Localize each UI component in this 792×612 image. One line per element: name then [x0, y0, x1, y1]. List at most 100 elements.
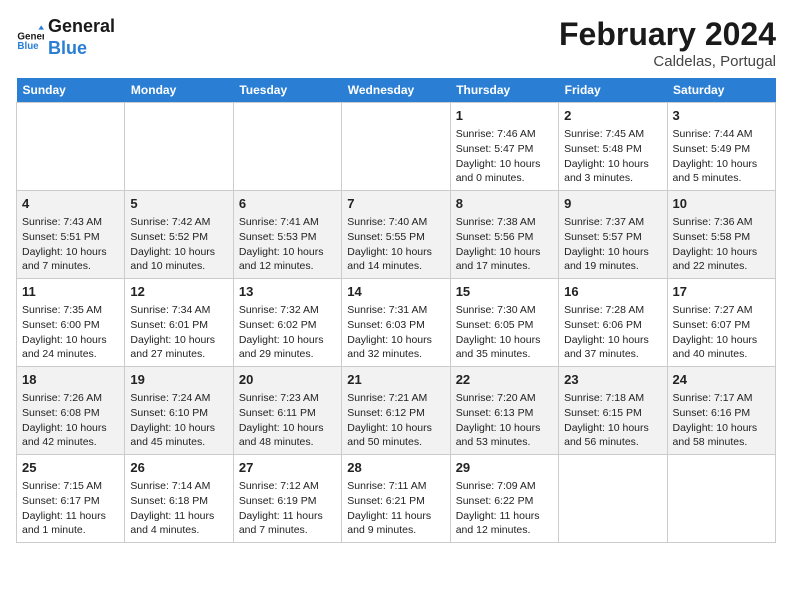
calendar-cell: 24Sunrise: 7:17 AMSunset: 6:16 PMDayligh…	[667, 367, 775, 455]
day-info: Sunrise: 7:34 AM	[130, 303, 227, 318]
calendar-cell	[233, 103, 341, 191]
calendar-cell: 12 Sunrise: 7:34 AMSunset: 6:01 PMDayligh…	[125, 279, 233, 367]
day-info: Sunset: 6:22 PM	[456, 494, 553, 509]
day-number: 16	[564, 283, 661, 301]
day-info: Sunrise: 7:11 AM	[347, 479, 444, 494]
day-info: Sunset: 5:55 PM	[347, 230, 444, 245]
day-number: 12	[130, 283, 227, 301]
day-number: 20	[239, 371, 336, 389]
calendar-cell: 14Sunrise: 7:31 AMSunset: 6:03 PMDayligh…	[342, 279, 450, 367]
day-info: Sunset: 5:48 PM	[564, 142, 661, 157]
day-info: Sunrise: 7:09 AM	[456, 479, 553, 494]
day-info: Sunset: 5:47 PM	[456, 142, 553, 157]
day-number: 2	[564, 107, 661, 125]
day-number: 4	[22, 195, 119, 213]
day-info: Sunset: 6:01 PM	[130, 318, 227, 333]
day-info: Sunset: 6:10 PM	[130, 406, 227, 421]
calendar-cell: 8Sunrise: 7:38 AMSunset: 5:56 PMDaylight…	[450, 191, 558, 279]
day-info: Daylight: 11 hours and 1 minute.	[22, 509, 119, 538]
calendar-cell: 21Sunrise: 7:21 AMSunset: 6:12 PMDayligh…	[342, 367, 450, 455]
day-number: 5	[130, 195, 227, 213]
day-info: Sunset: 6:03 PM	[347, 318, 444, 333]
day-number: 13	[239, 283, 336, 301]
logo-general: General	[48, 16, 115, 38]
day-info: Sunset: 6:05 PM	[456, 318, 553, 333]
calendar-cell: 22Sunrise: 7:20 AMSunset: 6:13 PMDayligh…	[450, 367, 558, 455]
day-info: Daylight: 11 hours and 12 minutes.	[456, 509, 553, 538]
day-number: 9	[564, 195, 661, 213]
day-number: 21	[347, 371, 444, 389]
calendar-cell	[667, 455, 775, 543]
day-number: 19	[130, 371, 227, 389]
logo-blue: Blue	[48, 38, 115, 60]
calendar-cell: 26 Sunrise: 7:14 AMSunset: 6:18 PMDayligh…	[125, 455, 233, 543]
weekday-header-row: SundayMondayTuesdayWednesdayThursdayFrid…	[17, 78, 776, 103]
day-info: Daylight: 10 hours and 7 minutes.	[22, 245, 119, 274]
day-info: Daylight: 10 hours and 53 minutes.	[456, 421, 553, 450]
day-number: 26	[130, 459, 227, 477]
day-info: Daylight: 11 hours and 9 minutes.	[347, 509, 444, 538]
day-number: 17	[673, 283, 770, 301]
calendar-cell: 18Sunrise: 7:26 AMSunset: 6:08 PMDayligh…	[17, 367, 125, 455]
day-info: Sunrise: 7:31 AM	[347, 303, 444, 318]
day-info: Daylight: 10 hours and 24 minutes.	[22, 333, 119, 362]
day-info: Daylight: 10 hours and 42 minutes.	[22, 421, 119, 450]
calendar-cell: 2Sunrise: 7:45 AMSunset: 5:48 PMDaylight…	[559, 103, 667, 191]
page-header: General Blue General Blue February 2024 …	[16, 16, 776, 70]
day-info: Sunrise: 7:17 AM	[673, 391, 770, 406]
calendar-cell	[342, 103, 450, 191]
weekday-header-tuesday: Tuesday	[233, 78, 341, 103]
day-number: 28	[347, 459, 444, 477]
day-info: Daylight: 10 hours and 45 minutes.	[130, 421, 227, 450]
day-number: 3	[673, 107, 770, 125]
title-block: February 2024 Caldelas, Portugal	[559, 16, 776, 70]
day-number: 1	[456, 107, 553, 125]
day-number: 25	[22, 459, 119, 477]
day-info: Sunrise: 7:23 AM	[239, 391, 336, 406]
day-info: Daylight: 10 hours and 3 minutes.	[564, 157, 661, 186]
day-info: Daylight: 10 hours and 14 minutes.	[347, 245, 444, 274]
day-info: Sunset: 6:13 PM	[456, 406, 553, 421]
day-info: Daylight: 10 hours and 58 minutes.	[673, 421, 770, 450]
day-number: 10	[673, 195, 770, 213]
day-info: Daylight: 10 hours and 0 minutes.	[456, 157, 553, 186]
day-number: 23	[564, 371, 661, 389]
day-info: Sunset: 6:18 PM	[130, 494, 227, 509]
day-info: Daylight: 10 hours and 37 minutes.	[564, 333, 661, 362]
calendar-cell: 1 Sunrise: 7:46 AMSunset: 5:47 PMDaylight…	[450, 103, 558, 191]
week-row-5: 25Sunrise: 7:15 AMSunset: 6:17 PMDayligh…	[17, 455, 776, 543]
calendar-cell: 3Sunrise: 7:44 AMSunset: 5:49 PMDaylight…	[667, 103, 775, 191]
day-number: 11	[22, 283, 119, 301]
calendar-cell: 25Sunrise: 7:15 AMSunset: 6:17 PMDayligh…	[17, 455, 125, 543]
day-info: Sunrise: 7:46 AM	[456, 127, 553, 142]
day-info: Sunrise: 7:14 AM	[130, 479, 227, 494]
calendar-cell: 17Sunrise: 7:27 AMSunset: 6:07 PMDayligh…	[667, 279, 775, 367]
day-info: Sunset: 6:17 PM	[22, 494, 119, 509]
day-info: Sunrise: 7:30 AM	[456, 303, 553, 318]
day-info: Sunrise: 7:12 AM	[239, 479, 336, 494]
day-number: 18	[22, 371, 119, 389]
day-info: Sunset: 6:19 PM	[239, 494, 336, 509]
calendar-cell: 5Sunrise: 7:42 AMSunset: 5:52 PMDaylight…	[125, 191, 233, 279]
week-row-3: 11Sunrise: 7:35 AMSunset: 6:00 PMDayligh…	[17, 279, 776, 367]
day-info: Daylight: 11 hours and 4 minutes.	[130, 509, 227, 538]
day-info: Daylight: 10 hours and 56 minutes.	[564, 421, 661, 450]
day-info: Daylight: 10 hours and 10 minutes.	[130, 245, 227, 274]
calendar-table: SundayMondayTuesdayWednesdayThursdayFrid…	[16, 78, 776, 543]
svg-text:Blue: Blue	[17, 41, 39, 52]
weekday-header-saturday: Saturday	[667, 78, 775, 103]
day-info: Daylight: 10 hours and 5 minutes.	[673, 157, 770, 186]
day-number: 8	[456, 195, 553, 213]
day-info: Sunrise: 7:42 AM	[130, 215, 227, 230]
calendar-cell: 16Sunrise: 7:28 AMSunset: 6:06 PMDayligh…	[559, 279, 667, 367]
calendar-cell	[559, 455, 667, 543]
calendar-cell: 7Sunrise: 7:40 AMSunset: 5:55 PMDaylight…	[342, 191, 450, 279]
calendar-cell: 28Sunrise: 7:11 AMSunset: 6:21 PMDayligh…	[342, 455, 450, 543]
calendar-cell	[125, 103, 233, 191]
logo-icon: General Blue	[16, 24, 44, 52]
week-row-2: 4Sunrise: 7:43 AMSunset: 5:51 PMDaylight…	[17, 191, 776, 279]
month-year: February 2024	[559, 16, 776, 53]
day-info: Sunrise: 7:43 AM	[22, 215, 119, 230]
day-info: Daylight: 10 hours and 27 minutes.	[130, 333, 227, 362]
location: Caldelas, Portugal	[559, 53, 776, 70]
